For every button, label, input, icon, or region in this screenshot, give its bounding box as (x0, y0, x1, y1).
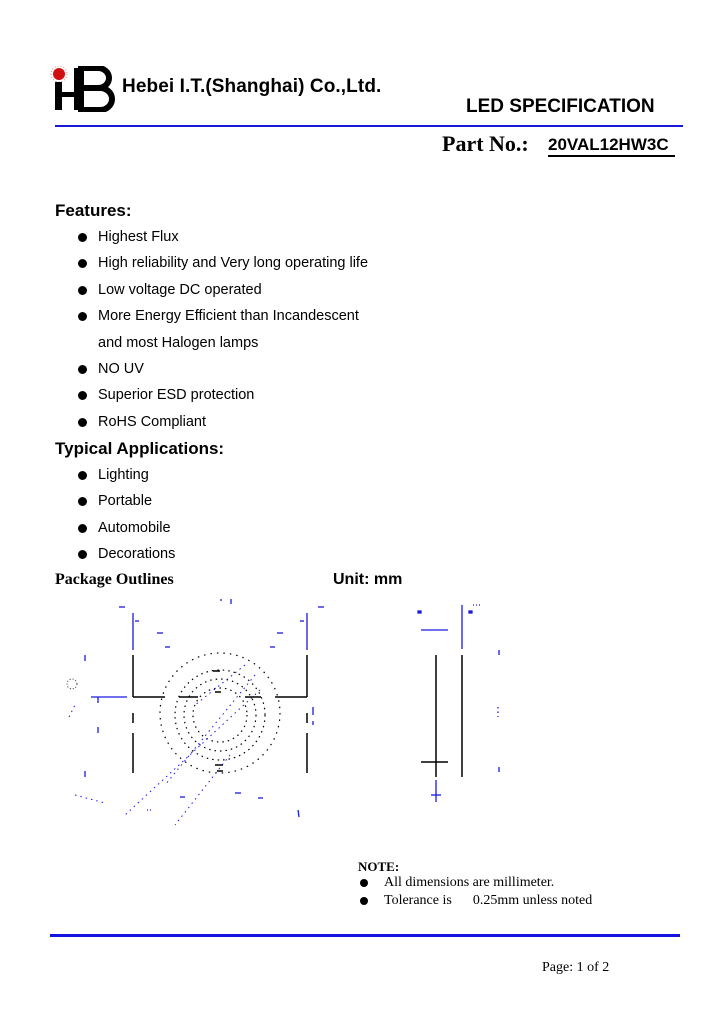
notes-list: All dimensions are millimeter. Tolerance… (358, 874, 592, 910)
page-indicator: Page: 1 of 2 (542, 960, 610, 975)
feature-item: Superior ESD protection (78, 382, 368, 408)
features-list: Highest Flux High reliability and Very l… (78, 224, 368, 435)
bullet-icon (78, 365, 87, 375)
bullet-icon (78, 233, 87, 242)
hb-logo-icon (50, 65, 115, 113)
bullet-icon (78, 312, 87, 322)
bullet-icon (78, 497, 87, 507)
side-view-outline (421, 655, 463, 777)
feature-item: Low voltage DC operated (78, 277, 368, 303)
outline-drawing-svg (66, 599, 500, 826)
company-logo (50, 65, 118, 113)
footer-divider (50, 934, 680, 937)
document-title: LED SPECIFICATION (466, 96, 655, 117)
note-item: All dimensions are millimeter. (358, 874, 592, 892)
application-item: Portable (78, 488, 175, 514)
bullet-icon (78, 285, 87, 295)
package-outline-drawing (55, 595, 535, 845)
part-number-label: Part No.: (442, 131, 529, 156)
bullet-icon (78, 259, 87, 269)
unit-label: Unit: mm (333, 571, 403, 588)
feature-item: Highest Flux (78, 224, 368, 250)
feature-item: More Energy Efficient than Incandescent (78, 303, 368, 329)
bullet-icon (78, 417, 87, 427)
application-item: Decorations (78, 541, 175, 567)
bullet-icon (360, 897, 368, 905)
front-view-outline (132, 655, 308, 773)
part-number-value: 20VAL12HW3C (548, 135, 675, 157)
leader-lines (68, 664, 261, 826)
red-led-dot (53, 68, 65, 80)
header-divider (55, 125, 683, 127)
applications-heading: Typical Applications: (55, 439, 225, 458)
bullet-icon (78, 471, 87, 480)
company-name: Hebei I.T.(Shanghai) Co.,Ltd. (122, 76, 382, 97)
note-item: Tolerance is 0.25mm unless noted (358, 892, 592, 910)
dimension-marks (84, 599, 324, 818)
note-heading: NOTE: (358, 859, 400, 874)
bullet-icon (360, 879, 368, 887)
bullet-icon (78, 391, 87, 401)
features-heading: Features: (55, 201, 132, 220)
feature-item: RoHS Compliant (78, 409, 368, 435)
feature-item: High reliability and Very long operating… (78, 250, 368, 276)
applications-list: Lighting Portable Automobile Decorations (78, 462, 175, 568)
feature-item-continuation: and most Halogen lamps (98, 334, 259, 351)
bullet-icon (78, 550, 87, 560)
bullet-icon (78, 523, 87, 533)
application-item: Lighting (78, 462, 175, 488)
feature-item: NO UV (78, 356, 368, 382)
package-outlines-heading: Package Outlines (55, 571, 174, 588)
side-view-dimensions (417, 604, 500, 802)
application-item: Automobile (78, 515, 175, 541)
